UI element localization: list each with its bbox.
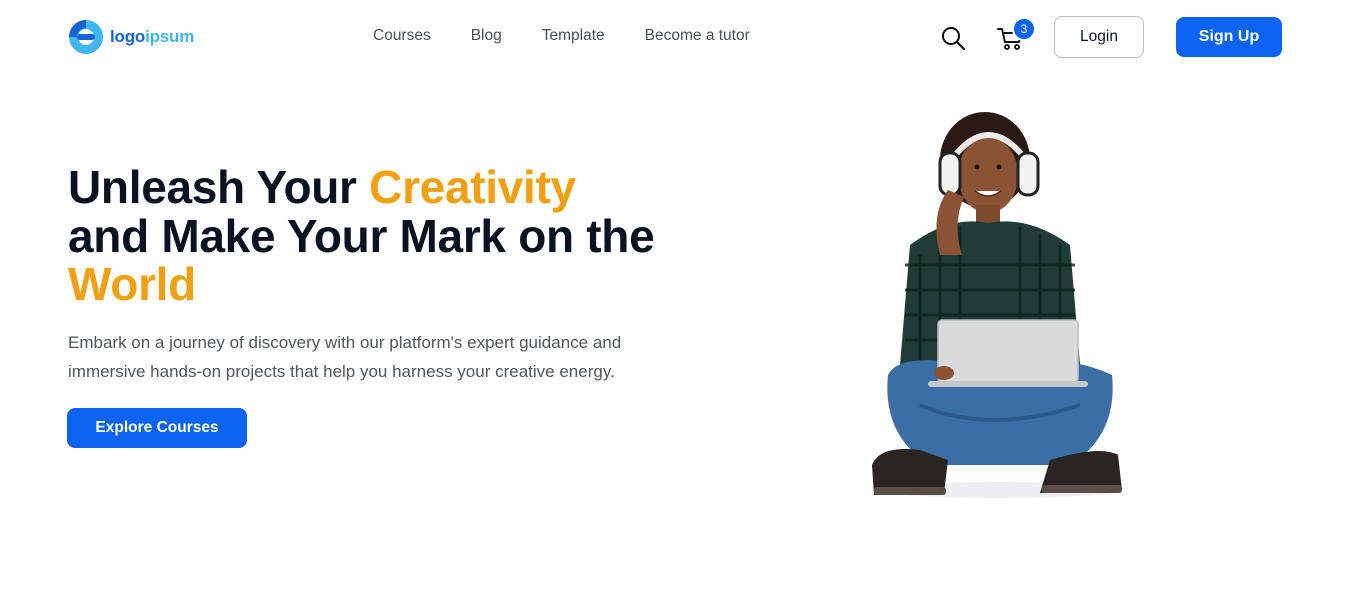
hero-subtitle: Embark on a journey of discovery with ou… bbox=[68, 333, 622, 381]
hero-title-accent: Creativity bbox=[369, 161, 576, 213]
nav-link-template[interactable]: Template bbox=[542, 27, 605, 45]
nav-link-courses[interactable]: Courses bbox=[373, 27, 431, 45]
nav-link-become-a-tutor[interactable]: Become a tutor bbox=[645, 27, 750, 45]
hero-title: Unleash Your Creativity and Make Your Ma… bbox=[68, 161, 655, 310]
site-header: logoipsum Courses Blog Template Become a… bbox=[0, 0, 1349, 76]
hero-image bbox=[872, 112, 1122, 498]
search-button[interactable] bbox=[940, 25, 966, 51]
main-nav: Courses Blog Template Become a tutor bbox=[373, 27, 790, 45]
logo[interactable]: logoipsum bbox=[68, 18, 194, 56]
search-icon bbox=[942, 27, 966, 51]
explore-courses-button[interactable]: Explore Courses bbox=[67, 408, 247, 448]
logo-icon bbox=[69, 20, 103, 54]
sign-up-button[interactable]: Sign Up bbox=[1176, 17, 1282, 57]
hero-title-accent: World bbox=[68, 258, 196, 310]
nav-link-blog[interactable]: Blog bbox=[471, 27, 502, 45]
cart-count-badge: 3 bbox=[1012, 17, 1036, 41]
logo-text: logoipsum bbox=[110, 27, 195, 46]
login-button[interactable]: Login bbox=[1054, 16, 1144, 58]
